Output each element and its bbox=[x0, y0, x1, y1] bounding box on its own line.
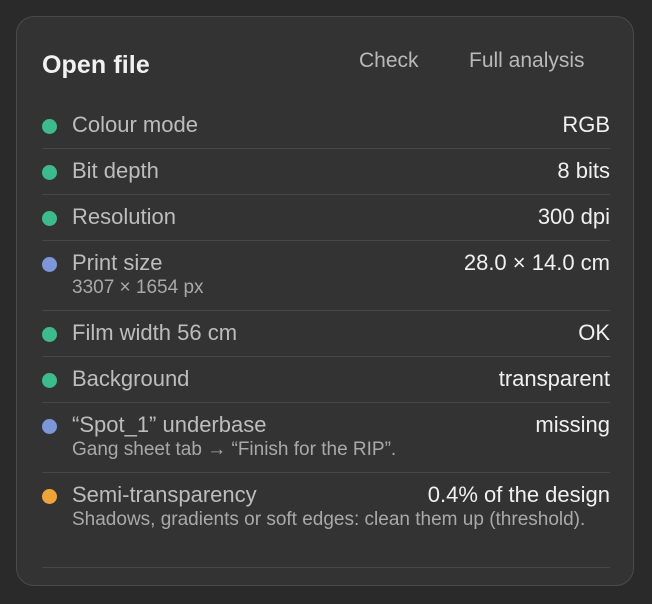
check-label: Semi-transparency bbox=[72, 482, 257, 507]
check-value: transparent bbox=[498, 366, 610, 391]
panel-header: Open file Check Full analysis bbox=[42, 47, 608, 87]
check-label: Film width 56 cm bbox=[72, 320, 238, 345]
check-value: 300 dpi bbox=[537, 204, 610, 229]
file-check-panel: Open file Check Full analysis Colour mod… bbox=[16, 16, 634, 586]
check-detail: Gang sheet tab → “Finish for the RIP”. bbox=[72, 439, 397, 460]
status-ok-icon bbox=[42, 165, 57, 180]
check-label: Colour mode bbox=[72, 112, 198, 137]
check-value: missing bbox=[535, 412, 610, 437]
status-info-icon bbox=[42, 257, 57, 272]
check-value: 8 bits bbox=[557, 158, 610, 183]
check-row-colour-mode: Colour mode RGB bbox=[42, 103, 610, 149]
check-row-spot-underbase: “Spot_1” underbase missing Gang sheet ta… bbox=[42, 403, 610, 473]
check-value: OK bbox=[578, 320, 610, 345]
check-detail: 3307 × 1654 px bbox=[72, 277, 204, 298]
status-warn-icon bbox=[42, 489, 57, 504]
check-row-semi-transparency: Semi-transparency 0.4% of the design Sha… bbox=[42, 473, 610, 568]
check-label: Print size bbox=[72, 250, 163, 275]
check-row-film-width: Film width 56 cm OK bbox=[42, 311, 610, 357]
check-label: Resolution bbox=[72, 204, 176, 229]
check-label: “Spot_1” underbase bbox=[72, 412, 267, 437]
check-value: 0.4% of the design bbox=[427, 482, 610, 507]
check-button[interactable]: Check bbox=[359, 49, 419, 73]
status-ok-icon bbox=[42, 119, 57, 134]
check-value: 28.0 × 14.0 cm bbox=[463, 250, 610, 275]
check-row-print-size: Print size 28.0 × 14.0 cm 3307 × 1654 px bbox=[42, 241, 610, 311]
status-ok-icon bbox=[42, 327, 57, 342]
check-label: Background bbox=[72, 366, 190, 391]
status-info-icon bbox=[42, 419, 57, 434]
status-ok-icon bbox=[42, 373, 57, 388]
check-detail: Shadows, gradients or soft edges: clean … bbox=[72, 509, 586, 530]
check-row-bit-depth: Bit depth 8 bits bbox=[42, 149, 610, 195]
full-analysis-button[interactable]: Full analysis bbox=[469, 49, 585, 73]
panel-title: Open file bbox=[42, 51, 150, 79]
check-label: Bit depth bbox=[72, 158, 159, 183]
check-value: RGB bbox=[562, 112, 610, 137]
check-row-background: Background transparent bbox=[42, 357, 610, 403]
status-ok-icon bbox=[42, 211, 57, 226]
check-list: Colour mode RGB Bit depth 8 bits Resolut… bbox=[42, 103, 610, 568]
check-row-resolution: Resolution 300 dpi bbox=[42, 195, 610, 241]
